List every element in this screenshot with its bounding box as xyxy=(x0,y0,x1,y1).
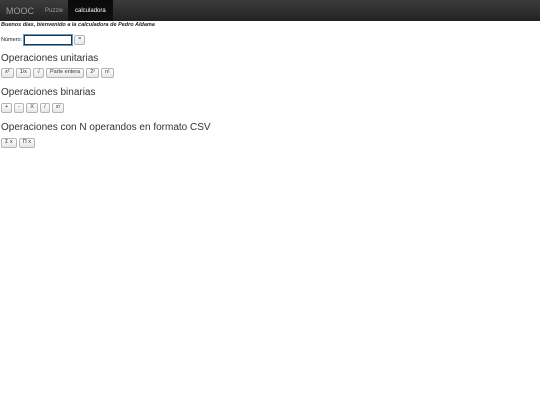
brand-link[interactable]: MOOC xyxy=(0,0,40,21)
add-button[interactable]: + xyxy=(1,103,13,113)
multiply-button[interactable]: X xyxy=(26,103,38,113)
inverse-button[interactable]: 1/x xyxy=(15,68,31,78)
sum-button[interactable]: Σ x xyxy=(1,138,17,148)
divide-button[interactable]: / xyxy=(39,103,50,113)
top-navbar: MOOC Puzzle calculadora xyxy=(0,0,540,21)
number-row: Número: = xyxy=(1,33,86,46)
unary-buttons: x² 1/x √ Parte entera 2ˣ n! xyxy=(1,68,114,78)
welcome-message: Buenos días, bienvenido a la calculadora… xyxy=(1,22,155,28)
integer-part-button[interactable]: Parte entera xyxy=(45,68,85,78)
subtract-button[interactable]: - xyxy=(14,103,25,113)
product-button[interactable]: Π x xyxy=(18,138,35,148)
power-button[interactable]: xʸ xyxy=(51,103,65,113)
binary-buttons: + - X / xʸ xyxy=(1,103,65,113)
csv-buttons: Σ x Π x xyxy=(1,138,35,148)
unary-section-title: Operaciones unitarias xyxy=(1,53,99,64)
nav-link-calculadora[interactable]: calculadora xyxy=(68,0,113,21)
nav-link-puzzle[interactable]: Puzzle xyxy=(40,0,68,21)
square-button[interactable]: x² xyxy=(1,68,14,78)
sqrt-button[interactable]: √ xyxy=(32,68,44,78)
number-label: Número: xyxy=(1,36,23,43)
power-of-two-button[interactable]: 2ˣ xyxy=(86,68,100,78)
factorial-button[interactable]: n! xyxy=(101,68,114,78)
binary-section-title: Operaciones binarias xyxy=(1,87,96,98)
number-input[interactable] xyxy=(23,33,74,46)
equals-button[interactable]: = xyxy=(74,34,86,45)
csv-section-title: Operaciones con N operandos en formato C… xyxy=(1,122,211,133)
